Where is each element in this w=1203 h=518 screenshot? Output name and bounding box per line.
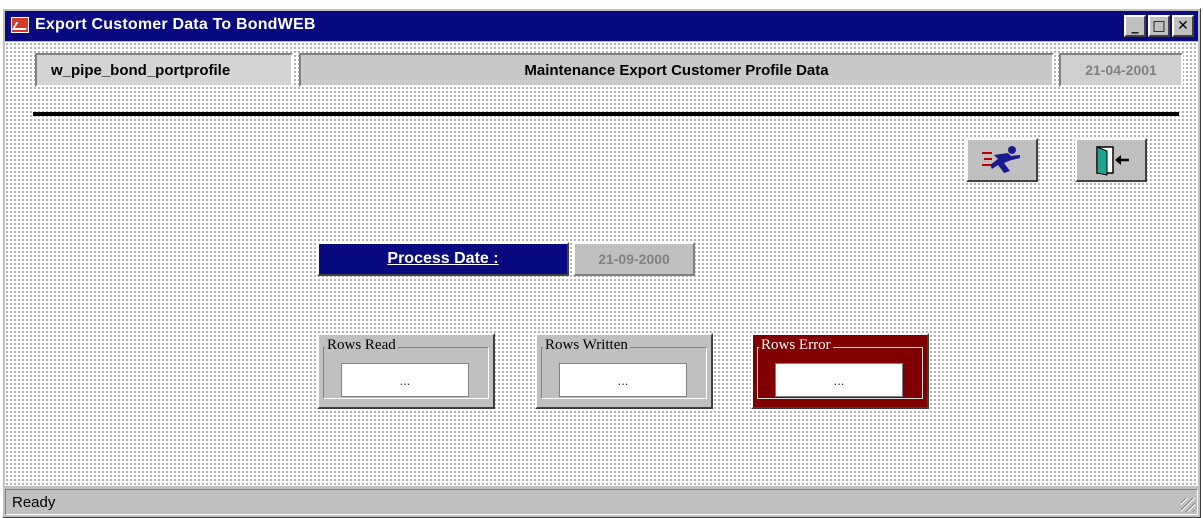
form-title: Maintenance Export Customer Profile Data	[299, 53, 1054, 87]
window-controls: _ □ ✕	[1124, 15, 1194, 37]
export-window: Export Customer Data To BondWEB _ □ ✕ w_…	[2, 8, 1201, 518]
status-bar: Ready	[5, 489, 1198, 515]
app-chart-icon	[11, 17, 29, 33]
status-text: Ready	[12, 494, 56, 511]
maximize-button[interactable]: □	[1148, 15, 1170, 37]
resize-grip-icon[interactable]	[1181, 498, 1195, 512]
rows-error-label: Rows Error	[759, 337, 833, 354]
exit-door-icon	[1096, 146, 1129, 176]
header-date: 21-04-2001	[1059, 53, 1183, 87]
rows-written-value: ...	[559, 363, 687, 397]
window-name-field: w_pipe_bond_portprofile	[35, 53, 293, 87]
rows-read-label: Rows Read	[325, 337, 398, 354]
process-date-field[interactable]: 21-09-2000	[573, 242, 695, 276]
close-button[interactable]: ✕	[1172, 15, 1194, 37]
window-title: Export Customer Data To BondWEB	[35, 16, 316, 33]
title-bar[interactable]: Export Customer Data To BondWEB _ □ ✕	[5, 11, 1198, 41]
form-area: w_pipe_bond_portprofile Maintenance Expo…	[5, 42, 1198, 486]
rows-read-value: ...	[341, 363, 469, 397]
rows-written-label: Rows Written	[543, 337, 630, 354]
rows-written-group: Rows Written ...	[535, 333, 713, 409]
minimize-button[interactable]: _	[1124, 15, 1146, 37]
exit-button[interactable]	[1075, 138, 1147, 182]
rows-error-group: Rows Error ...	[751, 333, 929, 409]
run-export-button[interactable]	[966, 138, 1038, 182]
running-man-icon	[982, 146, 1020, 173]
rows-error-value: ...	[775, 363, 903, 397]
rows-read-group: Rows Read ...	[317, 333, 495, 409]
process-date-label: Process Date :	[317, 242, 569, 276]
header-divider	[33, 112, 1179, 116]
